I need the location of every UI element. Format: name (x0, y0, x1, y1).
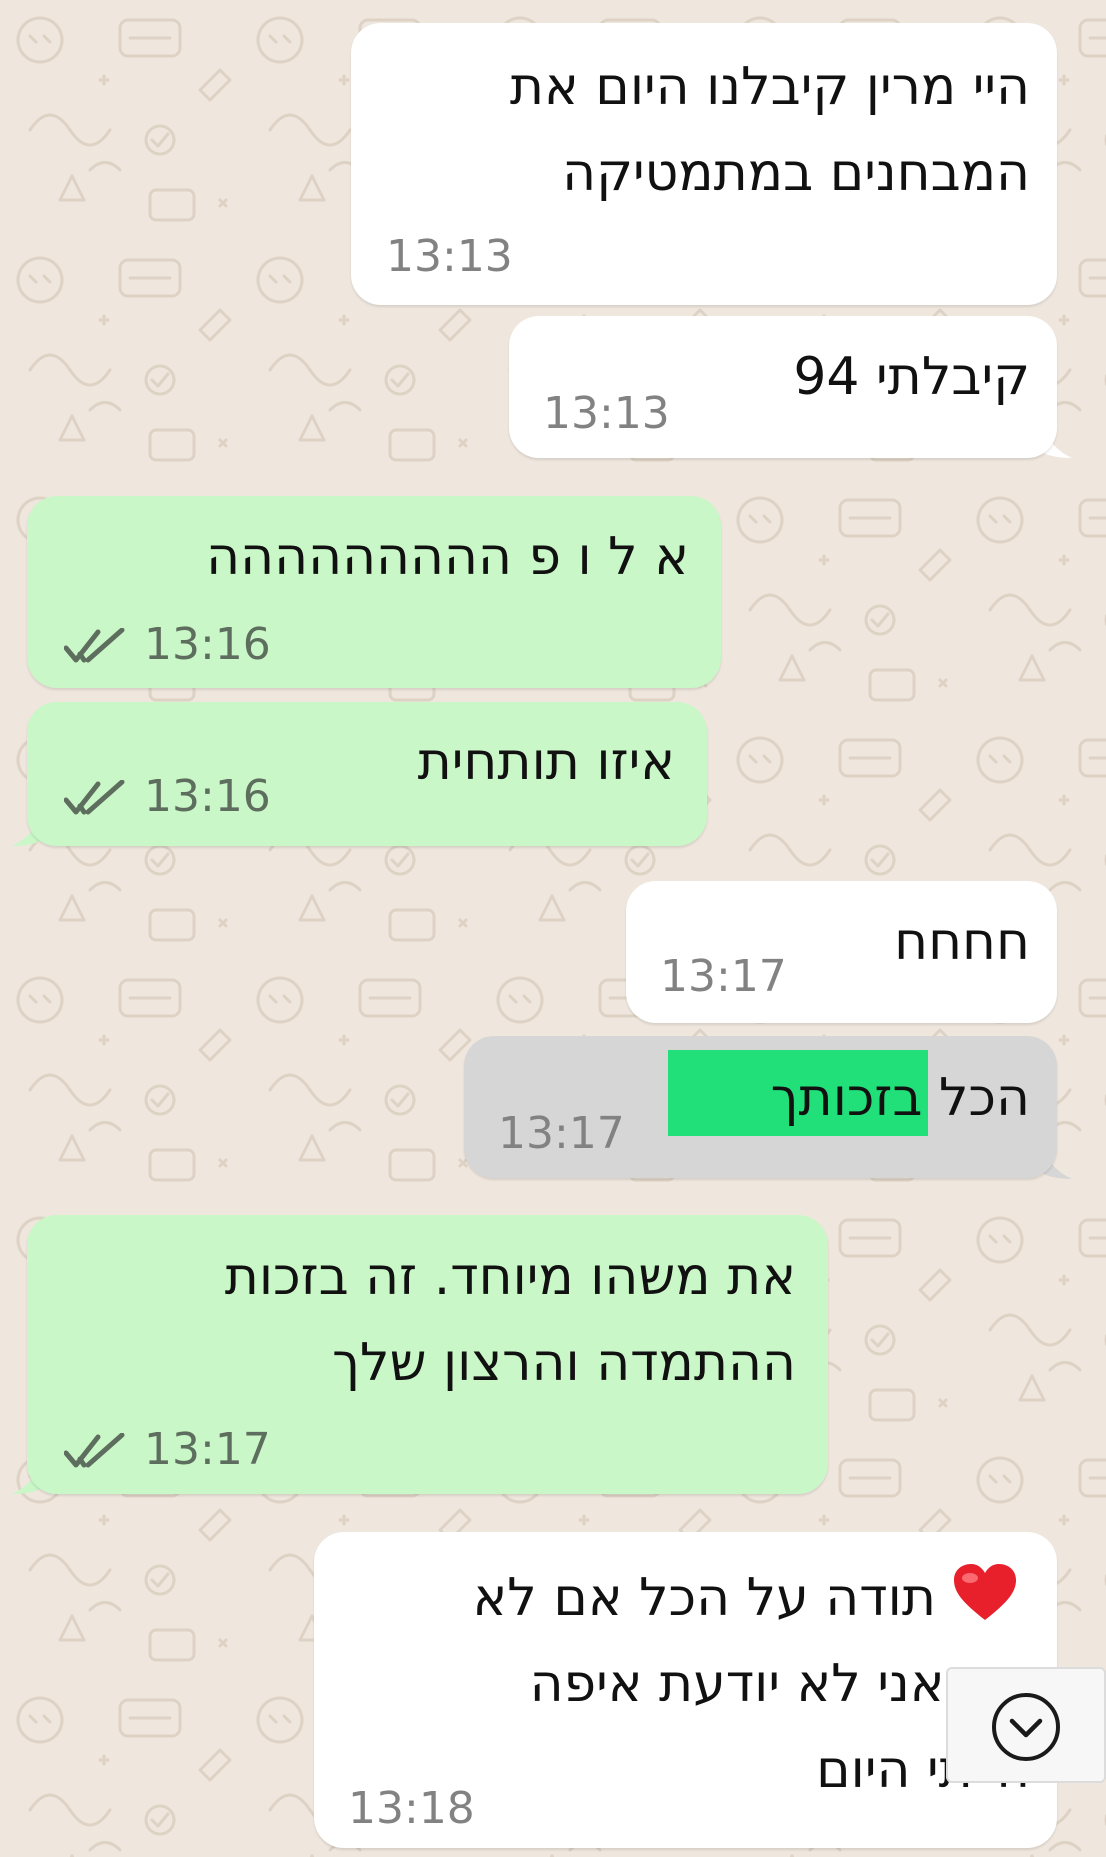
message-timestamp: 13:17 (144, 1424, 271, 1475)
message-timestamp: 13:18 (348, 1783, 475, 1834)
message-text-line: תודה על הכל אם לא (472, 1568, 936, 1628)
read-receipt-icon (64, 780, 125, 815)
message-timestamp: 13:16 (144, 771, 271, 822)
message-timestamp: 13:13 (543, 388, 670, 439)
message-text-line: קיבלתי 94 (793, 347, 1030, 407)
message-text-line: איזו תותחית (417, 732, 675, 792)
message-text-line: את משהו מיוחד. זה בזכות (224, 1247, 796, 1307)
message-timestamp: 13:13 (386, 231, 513, 282)
message-text-line: המבחנים במתמטיקה (562, 143, 1030, 203)
message-text-line: הכל בזכותך (770, 1068, 1030, 1128)
message-text-line: א ל ו פ ההההההההה (206, 527, 689, 587)
message-text-line: היי מרין קיבלנו היום את (509, 57, 1030, 117)
message-timestamp: 13:16 (144, 619, 271, 670)
chevron-down-circle-icon (992, 1693, 1060, 1761)
message-timestamp: 13:17 (660, 951, 787, 1002)
read-receipt-icon (64, 1433, 125, 1468)
scroll-to-bottom-button[interactable] (946, 1667, 1106, 1783)
message-timestamp: 13:17 (498, 1108, 625, 1159)
read-receipt-icon (64, 628, 125, 663)
message-text-line: חחחח (894, 912, 1030, 972)
message-text-line: ההתמדה והרצון שלך (332, 1333, 796, 1393)
red-heart-emoji-icon (954, 1564, 1016, 1620)
